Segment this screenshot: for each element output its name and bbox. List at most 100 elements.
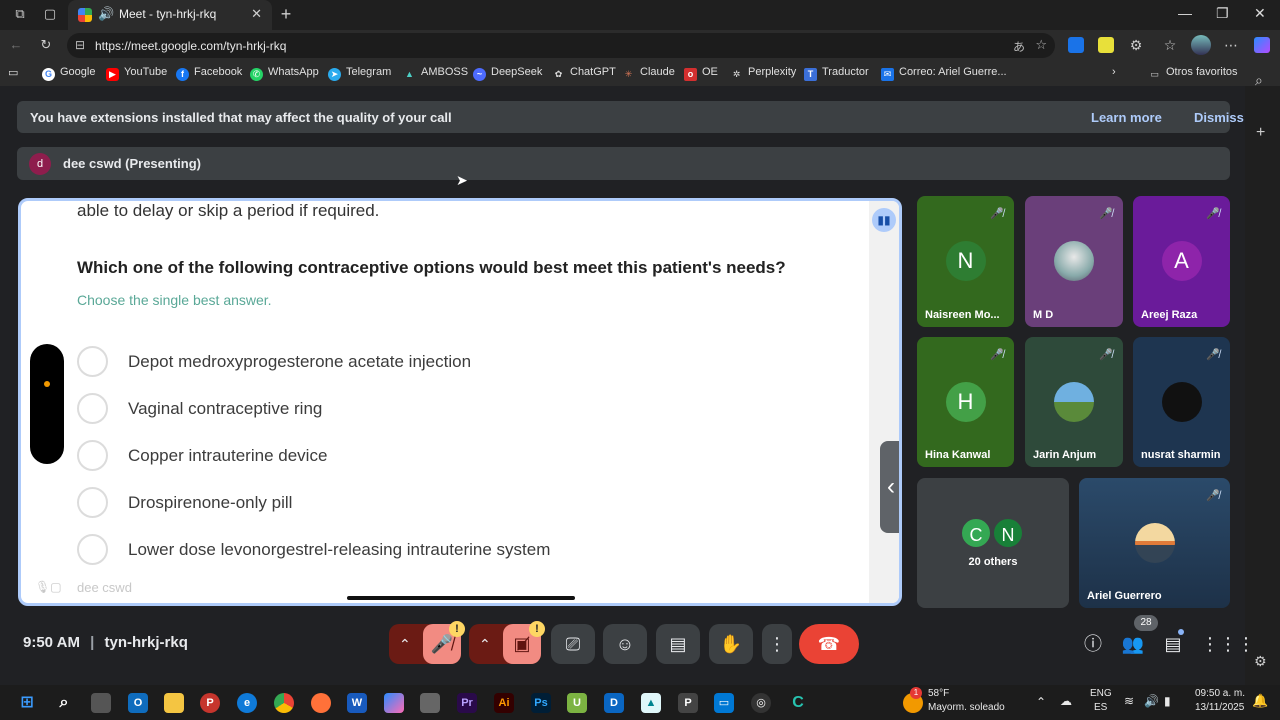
learn-more-link[interactable]: Learn more — [1091, 110, 1162, 125]
sidebar-add-icon[interactable]: + — [1256, 124, 1265, 142]
dismiss-button[interactable]: Dismiss — [1194, 110, 1244, 125]
bookmark-perplexity[interactable]: ✲ Perplexity — [730, 66, 797, 81]
clock-time[interactable]: 09:50 a. m. — [1195, 688, 1245, 699]
app-u-icon[interactable]: U — [567, 693, 587, 713]
close-window-icon[interactable]: ✕ — [1254, 5, 1266, 22]
app-triangle-icon[interactable]: ▲ — [641, 693, 661, 713]
participant-tile[interactable]: 🎤̸ H Hina Kanwal — [917, 337, 1014, 467]
outlook-icon[interactable]: O — [128, 693, 148, 713]
bookmark-amboss[interactable]: ▲ AMBOSS — [403, 66, 468, 81]
activities-icon[interactable]: ⋮⋮⋮ — [1201, 632, 1255, 656]
app-d-icon[interactable]: D — [604, 693, 624, 713]
profile-avatar[interactable] — [1191, 35, 1211, 55]
people-icon[interactable]: 👥 — [1121, 632, 1145, 656]
photoshop-icon[interactable]: Ps — [531, 693, 551, 713]
more-menu-icon[interactable]: ⋯ — [1223, 37, 1239, 53]
back-icon[interactable]: ← — [8, 37, 24, 53]
tab-meet[interactable]: 🔊 Meet - tyn-hrkj-rkq ✕ — [68, 0, 272, 30]
tray-overflow-icon[interactable]: ⌃ — [1036, 695, 1046, 709]
app-c-icon[interactable]: C — [788, 693, 808, 713]
present-screen-button[interactable]: ⎚ — [551, 624, 595, 664]
workspaces-icon[interactable]: ⧉ — [12, 6, 28, 22]
youtube-icon: ▶ — [106, 68, 119, 81]
people-count-badge: 28 — [1134, 615, 1158, 631]
onedrive-icon[interactable]: ☁ — [1060, 694, 1072, 708]
app-p-icon[interactable]: P — [678, 693, 698, 713]
participant-tile[interactable]: 🎤̸ N Naisreen Mo... — [917, 196, 1014, 327]
illustrator-icon[interactable]: Ai — [494, 693, 514, 713]
more-options-button[interactable]: ⋮ — [762, 624, 792, 664]
extensions-warning-banner: You have extensions installed that may a… — [17, 101, 1244, 133]
close-tab-icon[interactable]: ✕ — [251, 6, 262, 22]
task-view-icon[interactable] — [91, 693, 111, 713]
meeting-details-icon[interactable]: ⓘ — [1081, 632, 1105, 656]
edge-icon[interactable]: e — [237, 693, 257, 713]
word-icon[interactable]: W — [347, 693, 367, 713]
maximize-icon[interactable]: ❐ — [1216, 5, 1229, 22]
start-icon[interactable]: ⊞ — [17, 693, 37, 713]
file-explorer-icon[interactable] — [164, 693, 184, 713]
chat-icon[interactable]: ▤ — [1161, 632, 1185, 656]
app-window-icon[interactable]: ▭ — [714, 693, 734, 713]
leave-call-button[interactable]: ☎ — [799, 624, 859, 664]
reload-icon[interactable]: ↻ — [38, 37, 54, 53]
new-tab-icon[interactable]: + — [278, 5, 294, 23]
reactions-button[interactable]: ☺ — [603, 624, 647, 664]
bookmark-facebook[interactable]: f Facebook — [176, 66, 242, 81]
settings-gear-icon[interactable]: ⚙ — [1254, 653, 1267, 670]
extensions-icon[interactable]: ⚙ — [1128, 37, 1144, 53]
search-icon[interactable]: ⌕ — [54, 693, 74, 713]
participant-tile[interactable]: 🎤̸ Ariel Guerrero — [1079, 478, 1230, 608]
language-secondary[interactable]: ES — [1094, 702, 1107, 713]
copilot-app-icon[interactable] — [384, 693, 404, 713]
collections-icon[interactable]: ▭ — [8, 66, 18, 79]
participant-tile[interactable]: 🎤̸ nusrat sharmin — [1133, 337, 1230, 467]
bookmark-youtube[interactable]: ▶ YouTube — [106, 66, 167, 81]
bookmark-traductor[interactable]: T Traductor — [804, 66, 869, 81]
collapse-sidebar-button[interactable]: ‹ — [880, 441, 899, 533]
site-info-icon[interactable]: ⊟ — [75, 38, 85, 52]
copilot-icon[interactable] — [1254, 37, 1270, 53]
bookmark-oe[interactable]: o OE — [684, 66, 718, 81]
favorites-icon[interactable]: ☆ — [1162, 37, 1178, 53]
bookmark-google[interactable]: G Google — [42, 66, 95, 81]
other-favorites[interactable]: ▭ Otros favoritos — [1148, 66, 1237, 81]
notifications-icon[interactable]: 🔔 — [1252, 693, 1268, 709]
clock-date[interactable]: 13/11/2025 — [1195, 702, 1244, 713]
bookmark-telegram[interactable]: ➤ Telegram — [328, 66, 391, 81]
wifi-icon[interactable]: ≋ — [1124, 694, 1134, 708]
firefox-icon[interactable] — [311, 693, 331, 713]
url-input[interactable]: ⊟ https://meet.google.com/tyn-hrkj-rkq あ… — [67, 33, 1055, 58]
chrome-icon[interactable] — [274, 693, 294, 713]
presenter-avatar: d — [29, 153, 51, 175]
bookmark-claude[interactable]: ✳ Claude — [622, 66, 675, 81]
highlighter-extension-icon[interactable] — [1098, 37, 1114, 53]
volume-icon[interactable]: 🔊 — [1144, 694, 1159, 708]
app-gray-icon[interactable] — [420, 693, 440, 713]
tab-actions-icon[interactable]: ▢ — [42, 6, 58, 22]
sidebar-search-icon[interactable]: ⌕ — [1255, 72, 1263, 89]
bookmark-correo[interactable]: ✉ Correo: Ariel Guerre... — [881, 66, 1007, 81]
bookmarks-overflow-icon[interactable]: › — [1112, 66, 1116, 78]
audio-options-chevron-icon[interactable]: ⌃ — [399, 624, 411, 664]
favorite-star-icon[interactable]: ☆ — [1035, 37, 1047, 53]
bookmark-chatgpt[interactable]: ✿ ChatGPT — [552, 66, 616, 81]
minimize-icon[interactable]: — — [1178, 5, 1192, 21]
app-red-icon[interactable]: P — [200, 693, 220, 713]
translate-extension-icon[interactable] — [1068, 37, 1084, 53]
video-options-chevron-icon[interactable]: ⌃ — [479, 624, 491, 664]
captions-button[interactable]: ▤ — [656, 624, 700, 664]
bookmark-deepseek[interactable]: ~ DeepSeek — [473, 66, 542, 81]
raise-hand-button[interactable]: ✋ — [709, 624, 753, 664]
battery-icon[interactable]: ▮ — [1164, 694, 1171, 708]
bookmark-whatsapp[interactable]: ✆ WhatsApp — [250, 66, 319, 81]
premiere-icon[interactable]: Pr — [457, 693, 477, 713]
participant-tile[interactable]: 🎤̸ Jarin Anjum — [1025, 337, 1123, 467]
participant-tile[interactable]: 🎤̸ M D — [1025, 196, 1123, 327]
participant-tile[interactable]: 🎤̸ A Areej Raza — [1133, 196, 1230, 327]
translate-icon[interactable]: あ — [1013, 38, 1025, 55]
app-record-icon[interactable]: ◎ — [751, 693, 771, 713]
others-tile[interactable]: 20 others — [917, 478, 1069, 608]
speaker-icon[interactable]: 🔊 — [98, 6, 114, 22]
language-primary[interactable]: ENG — [1090, 688, 1112, 699]
